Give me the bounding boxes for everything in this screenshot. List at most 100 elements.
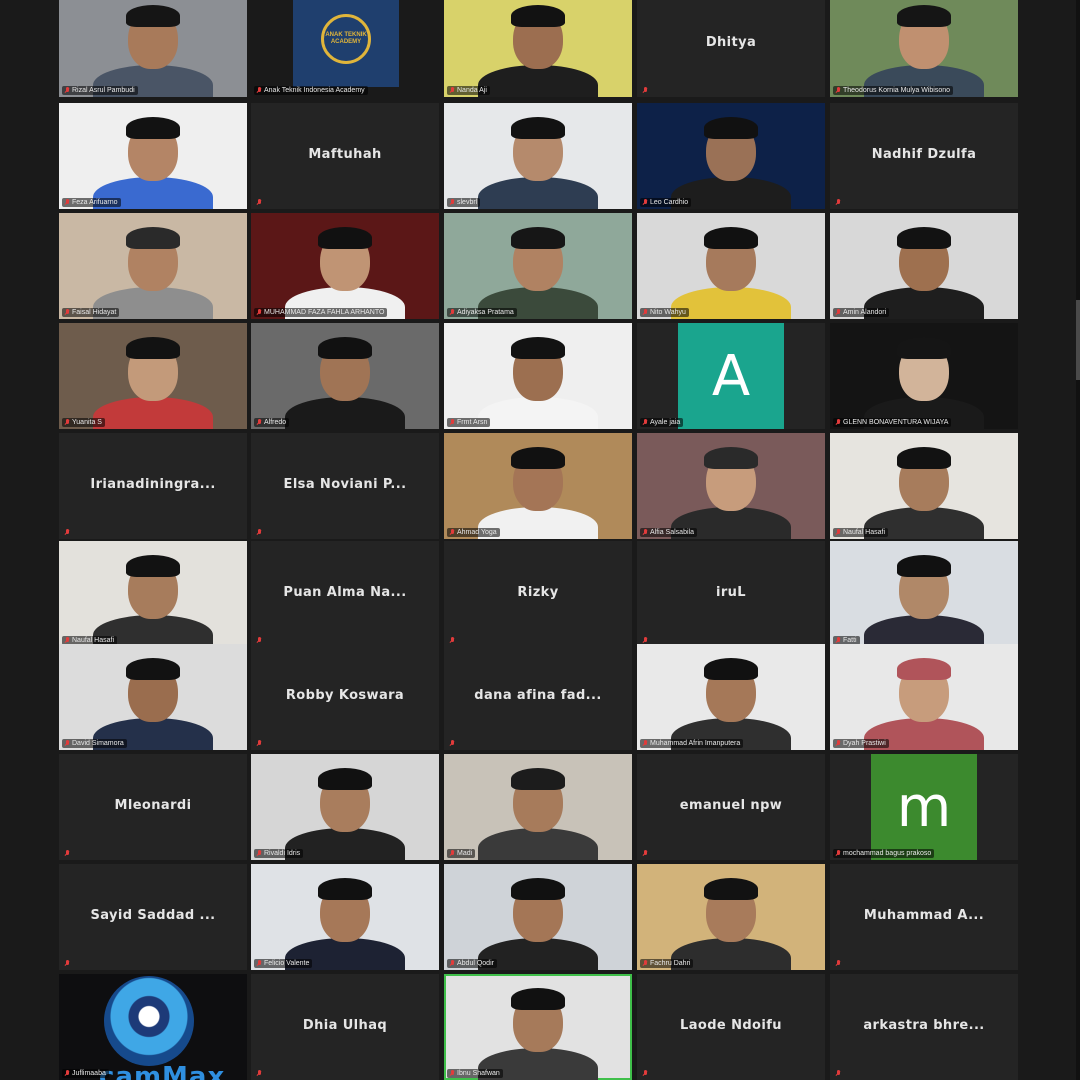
participant-tile[interactable]: Elsa Noviani P... [251, 433, 439, 539]
gallery-scrollbar[interactable] [1076, 0, 1080, 1080]
participant-tile[interactable]: Mleonardi [59, 754, 247, 860]
participant-name: Frmt Arsn [457, 419, 488, 426]
gallery-scrollbar-thumb[interactable] [1076, 300, 1080, 380]
participant-tile[interactable]: Amin Alandori [830, 213, 1018, 319]
participant-tile[interactable]: Felicio Valente [251, 864, 439, 970]
participant-tile[interactable]: arkastra bhre... [830, 974, 1018, 1080]
participant-tile[interactable]: m mochammad bagus prakoso [830, 754, 1018, 860]
video-feed [444, 974, 632, 1080]
muted-mic-icon [256, 419, 262, 426]
participant-tile[interactable]: GLENN BONAVENTURA WIJAYA [830, 323, 1018, 429]
participant-tile[interactable]: Adiyaksa Pratama [444, 213, 632, 319]
muted-mic-icon [835, 199, 841, 206]
video-feed [59, 323, 247, 429]
participant-tile[interactable]: Madi [444, 754, 632, 860]
participant-display-name: Laode Ndoifu [680, 1018, 782, 1033]
participant-name-label [833, 198, 843, 207]
participant-tile[interactable]: Ahmad Yoga [444, 433, 632, 539]
participant-tile[interactable]: iruL [637, 541, 825, 647]
participant-tile[interactable]: ANAK TEKNIK ACADEMY Anak Teknik Indonesia… [251, 0, 439, 97]
participant-name-label: Theodorus Kornia Mulya Wibisono [833, 86, 953, 95]
participant-tile[interactable]: Abdul Qodir [444, 864, 632, 970]
participant-name: slevbrl [457, 199, 478, 206]
participant-display-name: emanuel npw [679, 798, 783, 813]
video-feed [830, 541, 1018, 647]
profile-avatar: A [678, 323, 784, 429]
muted-mic-icon [256, 309, 262, 316]
participant-tile[interactable]: camMax Juflimaaba [59, 974, 247, 1080]
muted-mic-icon [64, 199, 70, 206]
participant-tile[interactable]: Fatti [830, 541, 1018, 647]
participant-tile[interactable]: Faisal Hidayat [59, 213, 247, 319]
participant-tile[interactable]: Muhammad A... [830, 864, 1018, 970]
participant-tile[interactable]: emanuel npw [637, 754, 825, 860]
participant-name: Faisal Hidayat [72, 309, 117, 316]
participant-tile[interactable]: Sayid Saddad ... [59, 864, 247, 970]
participant-tile[interactable]: Maftuhah [251, 103, 439, 209]
participant-display-name: dana afina fad... [474, 688, 602, 703]
participant-tile[interactable]: MUHAMMAD FAZA FAHLA ARHANTO [251, 213, 439, 319]
participant-tile[interactable]: Fachru Dahri [637, 864, 825, 970]
participant-tile[interactable]: Nito Wahyu [637, 213, 825, 319]
participant-tile[interactable]: Alfia Salsabila [637, 433, 825, 539]
participant-name-label: Leo Cardhio [640, 198, 692, 207]
muted-mic-icon [256, 960, 262, 967]
participant-name-label: Fachru Dahri [640, 959, 694, 968]
participant-tile[interactable]: Rizky [444, 541, 632, 647]
participant-tile[interactable]: Alfredo [251, 323, 439, 429]
video-feed [251, 213, 439, 319]
participant-tile[interactable]: Dhia Ulhaq [251, 974, 439, 1080]
muted-mic-icon [449, 1070, 455, 1077]
participant-tile[interactable]: Naufal Hasafi [59, 541, 247, 647]
participant-tile[interactable]: Dhitya [637, 0, 825, 97]
participant-name: Rivaldi Idris [264, 850, 301, 857]
participant-tile[interactable]: Theodorus Kornia Mulya Wibisono [830, 0, 1018, 97]
participant-tile[interactable]: A Ayale jaia [637, 323, 825, 429]
participant-tile[interactable]: Laode Ndoifu [637, 974, 825, 1080]
muted-mic-icon [449, 529, 455, 536]
participant-tile[interactable]: Feza Arifuarno [59, 103, 247, 209]
participant-tile[interactable]: dana afina fad... [444, 644, 632, 750]
participant-display-name: Rizky [517, 585, 559, 600]
participant-tile[interactable]: Puan Alma Na... [251, 541, 439, 647]
participant-tile[interactable]: Frmt Arsn [444, 323, 632, 429]
participant-tile[interactable]: Ibnu Shafwan [444, 974, 632, 1080]
muted-mic-icon [64, 87, 70, 94]
participant-name: Feza Arifuarno [72, 199, 118, 206]
participant-display-name: Mleonardi [114, 798, 192, 813]
participant-tile[interactable]: Rivaldi Idris [251, 754, 439, 860]
participant-tile[interactable]: Yuanita S [59, 323, 247, 429]
muted-mic-icon [64, 529, 70, 536]
participant-name: Ahmad Yoga [457, 529, 497, 536]
participant-tile[interactable]: Muhammad Afrin Imanputera [637, 644, 825, 750]
participant-tile[interactable]: Robby Koswara [251, 644, 439, 750]
participant-name: Ayale jaia [650, 419, 681, 426]
muted-mic-icon [835, 850, 841, 857]
participant-tile[interactable]: slevbrl [444, 103, 632, 209]
participant-tile[interactable]: Irianadiningra... [59, 433, 247, 539]
participant-tile[interactable]: Leo Cardhio [637, 103, 825, 209]
participant-name-label: Alfredo [254, 418, 290, 427]
participant-name-label [62, 959, 72, 968]
participant-name-label [254, 198, 264, 207]
participant-tile[interactable]: Nadhif Dzulfa [830, 103, 1018, 209]
participant-display-name: iruL [715, 585, 746, 600]
muted-mic-icon [449, 419, 455, 426]
participant-name-label [640, 86, 650, 95]
muted-mic-icon [256, 740, 262, 747]
participant-name: Madi [457, 850, 473, 857]
muted-mic-icon [835, 960, 841, 967]
participant-display-name: Elsa Noviani P... [283, 477, 407, 492]
participant-tile[interactable]: Rizal Asrul Pambudi [59, 0, 247, 97]
muted-mic-icon [64, 637, 70, 644]
participant-name-label: Nito Wahyu [640, 308, 689, 317]
video-feed [637, 103, 825, 209]
participant-name: Yuanita S [72, 419, 102, 426]
participant-name-label [254, 528, 264, 537]
participant-tile[interactable]: Dyah Prastiwi [830, 644, 1018, 750]
video-feed [830, 0, 1018, 97]
participant-tile[interactable]: David Simamora [59, 644, 247, 750]
participant-tile[interactable]: Nanda Aji [444, 0, 632, 97]
muted-mic-icon [642, 419, 648, 426]
participant-tile[interactable]: Naufal Hasafi [830, 433, 1018, 539]
